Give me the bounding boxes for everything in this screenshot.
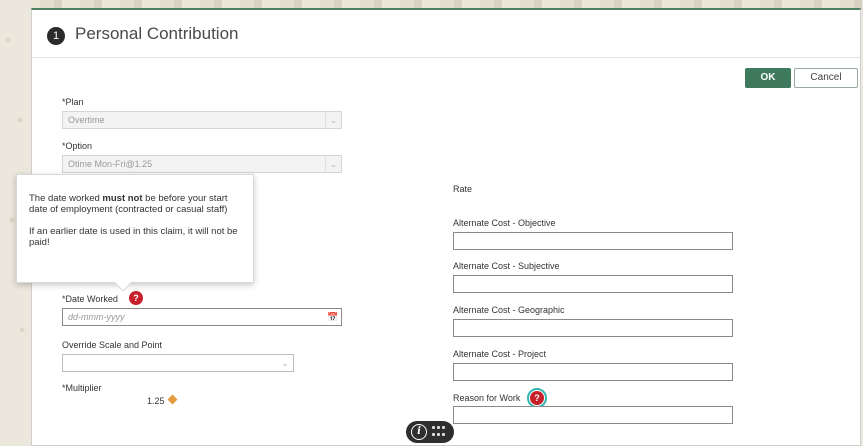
- alternate-cost-objective-input[interactable]: [453, 232, 733, 250]
- multiplier-label: Multiplier: [62, 383, 102, 393]
- option-value: Otime Mon-Fri@1.25: [68, 159, 153, 169]
- alternate-cost-project-label: Alternate Cost - Project: [453, 349, 547, 359]
- alternate-cost-objective-label: Alternate Cost - Objective: [453, 218, 556, 228]
- date-worked-label: Date Worked: [62, 294, 118, 304]
- override-scale-label: Override Scale and Point: [62, 340, 163, 350]
- override-scale-select[interactable]: ⌄: [62, 354, 294, 372]
- chevron-down-icon: ⌄: [325, 112, 341, 128]
- panel-header: 1 Personal Contribution: [32, 10, 860, 58]
- date-worked-input[interactable]: [62, 308, 342, 326]
- cancel-button[interactable]: Cancel: [794, 68, 858, 88]
- plan-select[interactable]: Overtime ⌄: [62, 111, 342, 129]
- alternate-cost-subjective-input[interactable]: [453, 275, 733, 293]
- help-icon[interactable]: ?: [530, 391, 544, 405]
- date-worked-help-tooltip: The date worked must not be before your …: [16, 174, 254, 292]
- diamond-icon: [167, 394, 178, 405]
- multiplier-value: 1.25: [147, 396, 165, 406]
- plan-value: Overtime: [68, 115, 105, 125]
- alternate-cost-subjective-label: Alternate Cost - Subjective: [453, 261, 560, 271]
- info-icon[interactable]: i: [411, 424, 427, 440]
- chevron-down-icon: ⌄: [281, 358, 289, 368]
- ok-button[interactable]: OK: [745, 68, 791, 88]
- help-icon[interactable]: ?: [129, 291, 143, 305]
- step-number-badge: 1: [47, 27, 65, 45]
- option-label: Option: [62, 141, 93, 151]
- tooltip-text-1: The date worked must not be before your …: [29, 193, 228, 215]
- reason-for-work-input[interactable]: [453, 406, 733, 424]
- reason-for-work-label: Reason for Work: [453, 393, 521, 403]
- tooltip-text-2: If an earlier date is used in this claim…: [29, 226, 238, 248]
- chevron-down-icon: ⌄: [325, 156, 341, 172]
- option-select[interactable]: Otime Mon-Fri@1.25 ⌄: [62, 155, 342, 173]
- alternate-cost-geographic-input[interactable]: [453, 319, 733, 337]
- contribution-panel: 1 Personal Contribution OK Cancel Plan O…: [16, 8, 861, 446]
- apps-grid-icon[interactable]: [432, 426, 446, 438]
- floating-dock: i: [406, 421, 454, 443]
- page-title: Personal Contribution: [75, 24, 239, 43]
- alternate-cost-project-input[interactable]: [453, 363, 733, 381]
- calendar-icon[interactable]: 📅: [327, 312, 338, 323]
- plan-label: Plan: [62, 97, 84, 107]
- tooltip-pointer: [114, 274, 132, 292]
- rate-label: Rate: [453, 184, 473, 194]
- alternate-cost-geographic-label: Alternate Cost - Geographic: [453, 305, 565, 315]
